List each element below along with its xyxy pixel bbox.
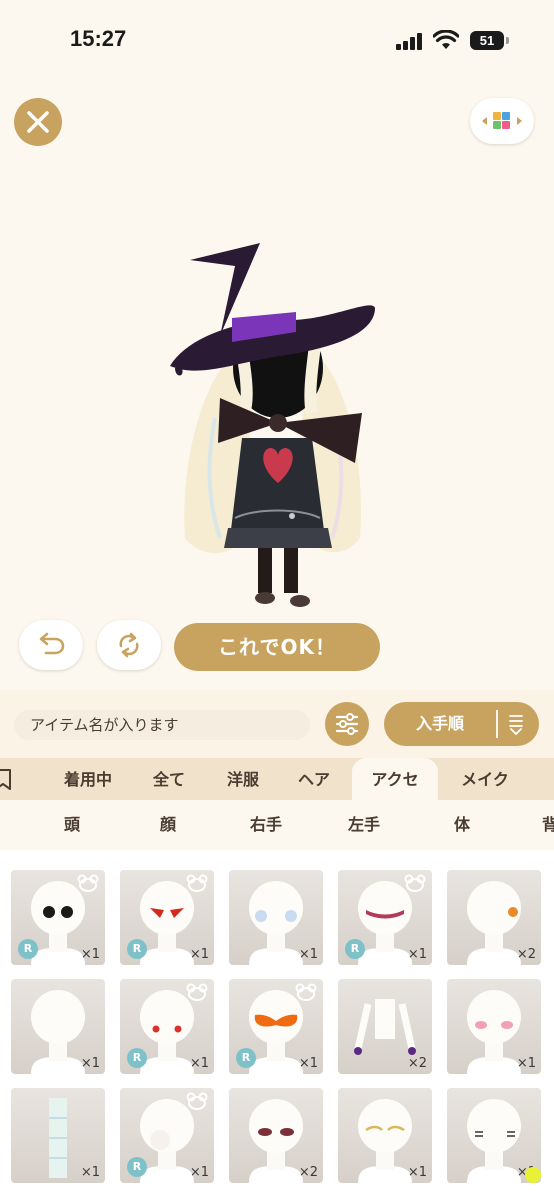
tab-clothes[interactable]: 洋服 (210, 758, 276, 800)
item-quantity: ×2 (298, 1165, 318, 1180)
category-tabs: 着用中 全て 洋服 ヘア アクセ メイク (0, 758, 554, 800)
item-quantity: ×1 (80, 947, 100, 962)
subtab-back[interactable]: 背 (542, 800, 554, 850)
item-card[interactable]: R ×1 (120, 1088, 214, 1183)
layout-toggle-button[interactable] (470, 98, 534, 144)
item-quantity: ×2 (407, 1056, 427, 1071)
refresh-icon (119, 632, 139, 658)
tab-wearing[interactable]: 着用中 (48, 758, 128, 800)
item-card[interactable]: ×2 (447, 870, 541, 965)
bear-icon (186, 1092, 208, 1110)
item-quantity: ×1 (189, 1056, 209, 1071)
item-card[interactable]: ×2 (229, 1088, 323, 1183)
item-quantity: ×1 (298, 947, 318, 962)
status-time: 15:27 (70, 26, 127, 51)
close-icon (27, 111, 49, 133)
tab-accessory[interactable]: アクセ (352, 758, 438, 800)
status-bar: 15:27 51 (0, 0, 554, 80)
item-quantity: ×1 (298, 1056, 318, 1071)
sort-direction-icon[interactable] (508, 713, 524, 735)
item-quantity: ×1 (516, 1056, 536, 1071)
item-quantity: ×1 (407, 947, 427, 962)
rarity-badge: R (236, 1048, 256, 1068)
item-card[interactable]: ×1 (11, 979, 105, 1074)
highlight-dot (525, 1167, 541, 1183)
sort-order-button[interactable]: 入手順 (384, 702, 539, 746)
item-card[interactable]: R ×1 (338, 870, 432, 965)
subtab-face[interactable]: 顔 (160, 800, 176, 850)
tab-makeup[interactable]: メイク (446, 758, 524, 800)
item-quantity: ×1 (189, 947, 209, 962)
bear-icon (186, 874, 208, 892)
subtab-left-hand[interactable]: 左手 (348, 800, 380, 850)
confirm-ok-button[interactable]: これでOK！ (174, 623, 380, 671)
item-card[interactable]: R ×1 (120, 870, 214, 965)
item-search-input[interactable]: アイテム名が入ります (14, 710, 310, 740)
subtab-body[interactable]: 体 (454, 800, 470, 850)
battery-icon: 51 (470, 31, 509, 50)
item-quantity: ×1 (189, 1165, 209, 1180)
item-card[interactable]: ×1 (11, 1088, 105, 1183)
tab-hair[interactable]: ヘア (282, 758, 346, 800)
subtab-head[interactable]: 頭 (64, 800, 80, 850)
sliders-icon (335, 713, 359, 735)
item-card[interactable]: ×1 (229, 870, 323, 965)
item-card[interactable]: R ×1 (120, 979, 214, 1074)
rarity-badge: R (127, 939, 147, 959)
tab-all[interactable]: 全て (130, 758, 208, 800)
bear-icon (186, 983, 208, 1001)
wifi-icon (433, 30, 459, 49)
cellular-signal-icon (396, 32, 426, 50)
undo-icon (39, 632, 65, 655)
bookmark-icon[interactable] (0, 768, 14, 792)
undo-button[interactable] (19, 620, 83, 670)
bear-icon (295, 983, 317, 1001)
rarity-badge: R (345, 939, 365, 959)
item-quantity: ×2 (516, 947, 536, 962)
subtab-right-hand[interactable]: 右手 (250, 800, 282, 850)
item-card[interactable]: ×1 (447, 1088, 541, 1183)
close-button[interactable] (14, 98, 62, 146)
reset-button[interactable] (97, 620, 161, 670)
item-card[interactable]: ×1 (447, 979, 541, 1074)
sort-label: 入手順 (416, 714, 465, 733)
rarity-badge: R (127, 1048, 147, 1068)
item-card[interactable]: ×2 (338, 979, 432, 1074)
avatar-preview (170, 243, 375, 607)
rarity-badge: R (18, 939, 38, 959)
item-card[interactable]: R ×1 (11, 870, 105, 965)
item-card[interactable]: R ×1 (229, 979, 323, 1074)
item-quantity: ×1 (80, 1165, 100, 1180)
item-quantity: ×1 (407, 1165, 427, 1180)
layout-grid-icon (482, 112, 522, 129)
rarity-badge: R (127, 1157, 147, 1177)
item-card[interactable]: ×1 (338, 1088, 432, 1183)
filter-button[interactable] (325, 702, 369, 746)
item-quantity: ×1 (80, 1056, 100, 1071)
bear-icon (77, 874, 99, 892)
item-toolbar: アイテム名が入ります 入手順 (0, 690, 554, 758)
sort-divider (496, 710, 498, 738)
sub-category-tabs: 頭 顔 右手 左手 体 背 (0, 800, 554, 850)
bear-icon (404, 874, 426, 892)
